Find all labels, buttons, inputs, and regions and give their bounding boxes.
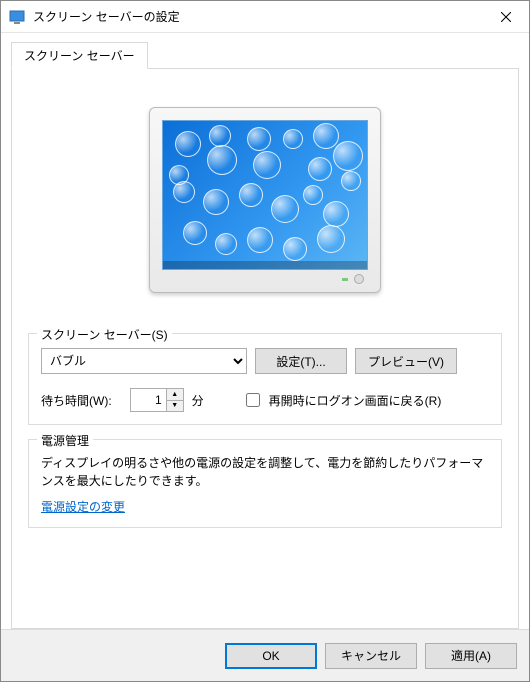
power-button-icon: [354, 274, 364, 284]
window-title: スクリーン セーバーの設定: [33, 8, 483, 25]
resume-checkbox-label[interactable]: 再開時にログオン画面に戻る(R): [242, 390, 442, 410]
preview-area: [28, 85, 502, 315]
power-group-title: 電源管理: [37, 432, 93, 449]
resume-checkbox-text: 再開時にログオン画面に戻る(R): [269, 392, 442, 409]
spinner-down-button[interactable]: ▼: [167, 401, 183, 412]
tabstrip: スクリーン セーバー: [11, 41, 519, 68]
wait-spinner[interactable]: ▲ ▼: [130, 388, 184, 412]
resume-checkbox[interactable]: [246, 393, 260, 407]
screensaver-select[interactable]: バブル: [41, 348, 247, 374]
content-area: スクリーン セーバー: [1, 33, 529, 629]
power-led-icon: [342, 278, 348, 281]
tab-panel: スクリーン セーバー(S) バブル 設定(T)... プレビュー(V) 待ち時間…: [11, 68, 519, 629]
power-description: ディスプレイの明るさや他の電源の設定を調整して、電力を節約したりパフォーマンスを…: [41, 454, 489, 490]
monitor-icon: [9, 9, 25, 25]
screensaver-settings-window: スクリーン セーバーの設定 スクリーン セーバー: [0, 0, 530, 682]
settings-button[interactable]: 設定(T)...: [255, 348, 347, 374]
tab-screensaver[interactable]: スクリーン セーバー: [11, 42, 148, 69]
spinner-up-button[interactable]: ▲: [167, 389, 183, 401]
preview-screen: [162, 120, 368, 270]
ok-button[interactable]: OK: [225, 643, 317, 669]
close-icon: [501, 12, 511, 22]
screensaver-group: スクリーン セーバー(S) バブル 設定(T)... プレビュー(V) 待ち時間…: [28, 333, 502, 425]
power-group: 電源管理 ディスプレイの明るさや他の電源の設定を調整して、電力を節約したりパフォ…: [28, 439, 502, 528]
screensaver-group-title: スクリーン セーバー(S): [37, 326, 172, 343]
titlebar: スクリーン セーバーの設定: [1, 1, 529, 33]
preview-monitor: [149, 107, 381, 293]
close-button[interactable]: [483, 1, 529, 33]
dialog-button-bar: OK キャンセル 適用(A): [1, 629, 529, 681]
wait-unit: 分: [192, 392, 204, 409]
wait-input[interactable]: [130, 388, 166, 412]
power-settings-link[interactable]: 電源設定の変更: [41, 500, 125, 514]
cancel-button[interactable]: キャンセル: [325, 643, 417, 669]
preview-button[interactable]: プレビュー(V): [355, 348, 457, 374]
monitor-chin: [162, 270, 368, 288]
apply-button[interactable]: 適用(A): [425, 643, 517, 669]
wait-label: 待ち時間(W):: [41, 392, 112, 409]
